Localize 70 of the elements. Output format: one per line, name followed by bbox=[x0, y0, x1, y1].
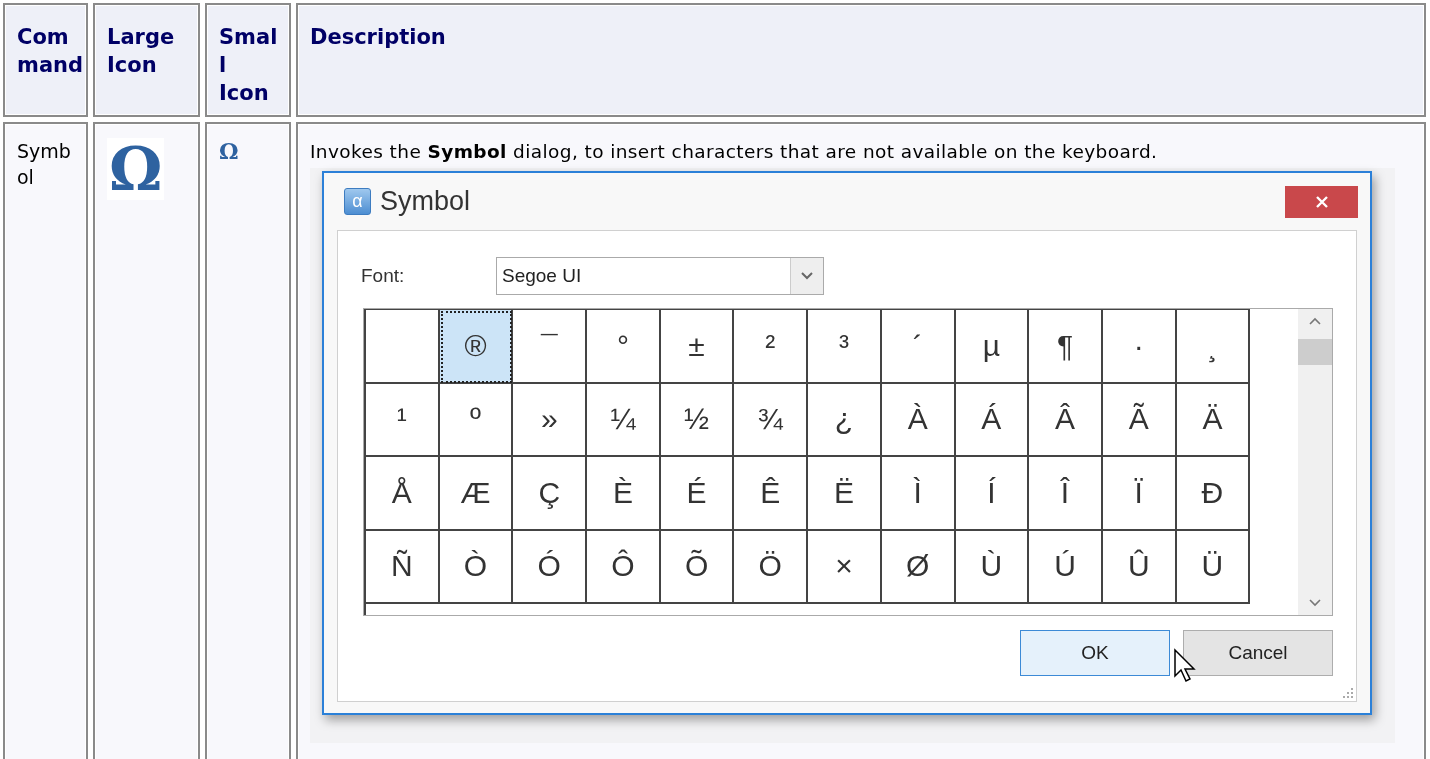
description-text: Invokes the Symbol dialog, to insert characters that are not available on the keyboard. bbox=[310, 140, 1159, 164]
close-icon bbox=[1314, 194, 1329, 209]
character-cell[interactable]: Î bbox=[1029, 457, 1103, 531]
character-cell[interactable]: Ð bbox=[1176, 457, 1251, 531]
character-cell[interactable]: Ê bbox=[734, 457, 809, 531]
character-cell[interactable]: ± bbox=[660, 310, 735, 384]
ok-button[interactable]: OK bbox=[1020, 630, 1170, 676]
character-cell[interactable]: Ñ bbox=[366, 530, 440, 604]
column-header: Small Icon bbox=[219, 24, 279, 107]
chevron-down-icon bbox=[801, 272, 813, 280]
character-cell[interactable]: Ã bbox=[1102, 383, 1177, 457]
character-cell[interactable]: Â bbox=[1029, 383, 1103, 457]
character-cell[interactable]: ¼ bbox=[587, 383, 661, 457]
small-omega-icon: Ω bbox=[219, 138, 239, 164]
large-omega-icon: Ω bbox=[107, 138, 165, 200]
font-dropdown[interactable]: Segoe UI bbox=[496, 257, 824, 295]
pointer-cursor-icon bbox=[1173, 648, 1199, 684]
command-name: Symbol bbox=[17, 139, 72, 190]
column-header: Description bbox=[310, 24, 447, 51]
alpha-icon: α bbox=[344, 188, 371, 215]
font-label: Font: bbox=[361, 265, 406, 287]
scroll-up-icon[interactable] bbox=[1309, 317, 1322, 325]
character-cell[interactable]: Ô bbox=[587, 530, 661, 604]
scrollbar-thumb[interactable] bbox=[1298, 339, 1332, 365]
character-cell[interactable]: Ï bbox=[1102, 457, 1177, 531]
character-cell[interactable]: ¹ bbox=[366, 383, 440, 457]
character-cell[interactable]: ¸ bbox=[1176, 310, 1251, 384]
character-cell[interactable]: µ bbox=[955, 310, 1030, 384]
character-cell[interactable]: Ü bbox=[1176, 530, 1251, 604]
scrollbar[interactable] bbox=[1298, 309, 1332, 615]
character-cell[interactable]: Ú bbox=[1029, 530, 1103, 604]
character-cell[interactable]: ² bbox=[734, 310, 809, 384]
character-cell[interactable]: Ù bbox=[955, 530, 1030, 604]
character-cell[interactable]: ¾ bbox=[734, 383, 809, 457]
character-cell[interactable]: Æ bbox=[439, 457, 514, 531]
character-cell[interactable]: Ì bbox=[881, 457, 956, 531]
character-cell[interactable]: ¿ bbox=[808, 383, 882, 457]
character-cell[interactable]: Õ bbox=[660, 530, 735, 604]
character-cell[interactable]: ® bbox=[439, 310, 514, 384]
character-cell[interactable]: Ø bbox=[881, 530, 956, 604]
character-cell[interactable]: Ä bbox=[1176, 383, 1251, 457]
character-cell[interactable]: ´ bbox=[881, 310, 956, 384]
character-cell[interactable]: ³ bbox=[808, 310, 882, 384]
character-cell[interactable]: » bbox=[513, 383, 588, 457]
column-header: Command bbox=[17, 24, 84, 79]
character-cell[interactable]: × bbox=[808, 530, 882, 604]
close-button[interactable] bbox=[1285, 185, 1358, 218]
scroll-down-icon[interactable] bbox=[1309, 599, 1322, 607]
character-cell[interactable]: · bbox=[1102, 310, 1177, 384]
character-cell[interactable]: Í bbox=[955, 457, 1030, 531]
character-cell[interactable]: Ç bbox=[513, 457, 588, 531]
character-cell[interactable]: À bbox=[881, 383, 956, 457]
character-cell[interactable]: È bbox=[587, 457, 661, 531]
character-cell[interactable]: ½ bbox=[660, 383, 735, 457]
character-cell[interactable]: Á bbox=[955, 383, 1030, 457]
character-cell[interactable]: Ö bbox=[734, 530, 809, 604]
cancel-button[interactable]: Cancel bbox=[1183, 630, 1333, 676]
character-cell[interactable]: ¯ bbox=[513, 310, 588, 384]
character-cell[interactable]: Ó bbox=[513, 530, 588, 604]
character-cell[interactable]: º bbox=[439, 383, 514, 457]
resize-grip-icon bbox=[1343, 688, 1353, 698]
dialog-title: Symbol bbox=[380, 186, 471, 217]
character-cell[interactable]: ¶ bbox=[1029, 310, 1103, 384]
column-header: Large Icon bbox=[107, 24, 176, 79]
character-cell[interactable]: Ë bbox=[808, 457, 882, 531]
character-cell[interactable]: Å bbox=[366, 457, 440, 531]
character-cell[interactable]: Û bbox=[1102, 530, 1177, 604]
character-cell[interactable]: ° bbox=[587, 310, 661, 384]
character-cell[interactable]: Ò bbox=[439, 530, 514, 604]
character-cell[interactable]: É bbox=[660, 457, 735, 531]
